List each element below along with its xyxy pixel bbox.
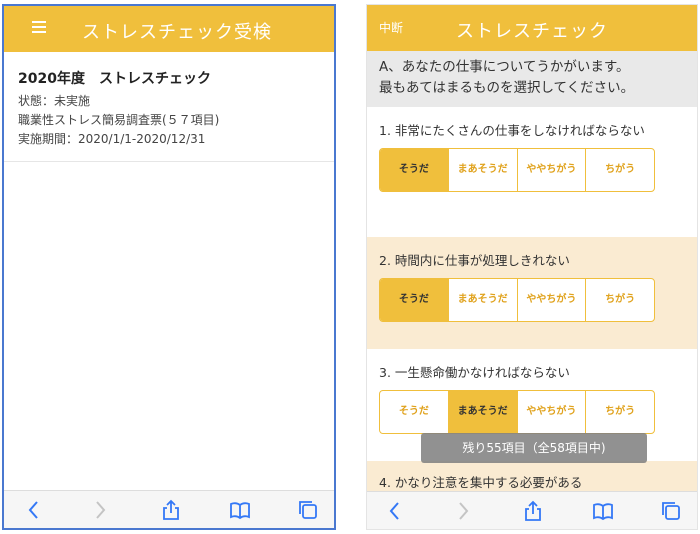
- question-text: 3. 一生懸命働かなければならない: [379, 365, 570, 380]
- survey-list-item[interactable]: 2020年度 ストレスチェック 状態：未実施 職業性ストレス簡易調査票(５７項目…: [4, 52, 334, 162]
- answer-options: そうだ まあそうだ ややちがう ちがう: [379, 148, 655, 192]
- option-button[interactable]: そうだ: [380, 391, 448, 433]
- option-button[interactable]: ややちがう: [516, 149, 586, 191]
- survey-period: 実施期間：2020/1/1-2020/12/31: [18, 132, 206, 146]
- question-item: 2. 時間内に仕事が処理しきれない そうだ まあそうだ ややちがう ちがう: [367, 237, 697, 349]
- question-item: 1. 非常にたくさんの仕事をしなければならない そうだ まあそうだ ややちがう …: [367, 107, 697, 237]
- share-icon[interactable]: [159, 498, 183, 522]
- forward-icon[interactable]: [451, 499, 475, 523]
- back-icon[interactable]: [22, 498, 46, 522]
- bookmarks-icon[interactable]: [591, 499, 615, 523]
- question-text: 4. かなり注意を集中する必要がある: [379, 475, 583, 490]
- option-button[interactable]: ややちがう: [516, 391, 586, 433]
- bookmarks-icon[interactable]: [228, 498, 252, 522]
- survey-title: 2020年度 ストレスチェック: [18, 71, 211, 87]
- option-button[interactable]: ちがう: [585, 391, 654, 433]
- section-instruction-line-2: 最もあてはまるものを選択してください。: [379, 80, 635, 96]
- question-text: 1. 非常にたくさんの仕事をしなければならない: [379, 123, 645, 138]
- option-button[interactable]: まあそうだ: [447, 391, 517, 433]
- section-instruction-line-1: A、あなたの仕事についてうかがいます。: [379, 59, 630, 75]
- answer-options: そうだ まあそうだ ややちがう ちがう: [379, 390, 655, 434]
- answer-options: そうだ まあそうだ ややちがう ちがう: [379, 278, 655, 322]
- browser-toolbar: [4, 490, 334, 528]
- tabs-icon[interactable]: [296, 498, 320, 522]
- right-phone-screen: 中断 ストレスチェック A、あなたの仕事についてうかがいます。 最もあてはまるも…: [366, 4, 698, 530]
- question-text: 2. 時間内に仕事が処理しきれない: [379, 253, 570, 268]
- option-button[interactable]: まあそうだ: [447, 279, 517, 321]
- option-button[interactable]: ややちがう: [516, 279, 586, 321]
- tabs-icon[interactable]: [659, 499, 683, 523]
- option-button[interactable]: そうだ: [380, 149, 448, 191]
- back-icon[interactable]: [383, 499, 407, 523]
- survey-status: 状態：未実施: [18, 94, 91, 108]
- app-header: ストレスチェック受検: [4, 6, 334, 52]
- option-button[interactable]: まあそうだ: [447, 149, 517, 191]
- option-button[interactable]: そうだ: [380, 279, 448, 321]
- left-phone-screen: ストレスチェック受検 2020年度 ストレスチェック 状態：未実施 職業性ストレ…: [2, 4, 336, 530]
- option-button[interactable]: ちがう: [585, 279, 654, 321]
- survey-questionnaire: 職業性ストレス簡易調査票(５７項目): [18, 113, 220, 127]
- progress-toast: 残り55項目（全58項目中): [421, 433, 647, 463]
- section-instructions: A、あなたの仕事についてうかがいます。 最もあてはまるものを選択してください。: [367, 51, 697, 107]
- forward-icon[interactable]: [88, 498, 112, 522]
- page-title: ストレスチェック受検: [82, 22, 272, 43]
- option-button[interactable]: ちがう: [585, 149, 654, 191]
- app-header: 中断 ストレスチェック: [367, 5, 697, 51]
- share-icon[interactable]: [521, 499, 545, 523]
- browser-toolbar: [367, 491, 697, 529]
- page-title: ストレスチェック: [456, 21, 608, 42]
